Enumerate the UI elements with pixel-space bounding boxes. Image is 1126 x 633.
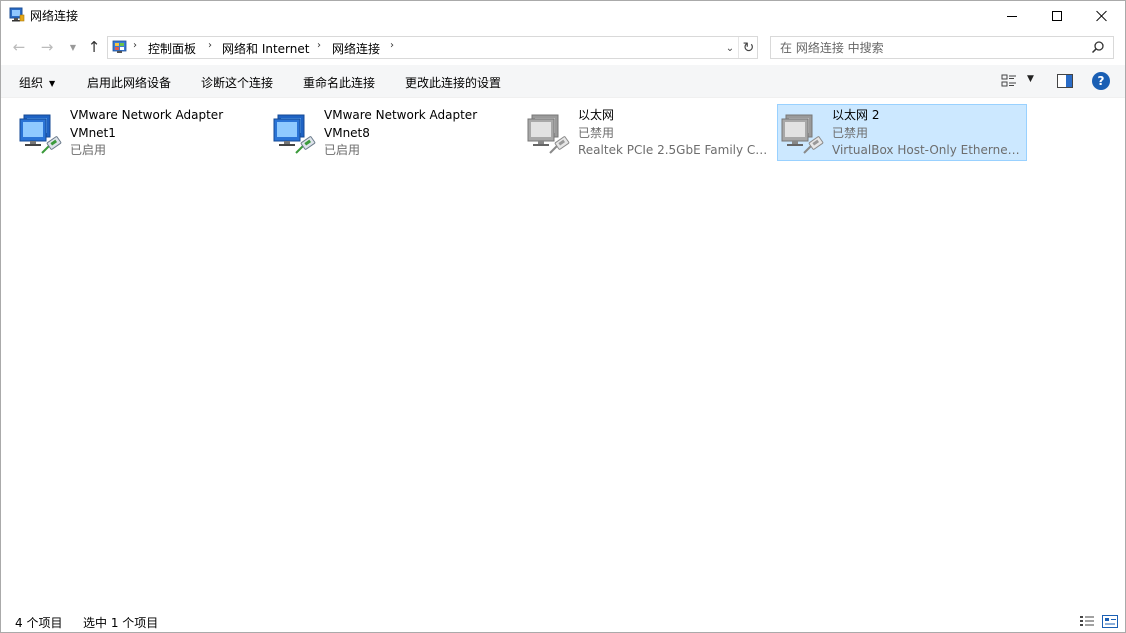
breadcrumb-control-panel[interactable]: 控制面板 <box>148 40 196 57</box>
search-box[interactable] <box>770 36 1114 59</box>
status-bar: 4 个项目 选中 1 个项目 <box>1 610 1125 633</box>
connection-status: 已禁用 <box>832 125 869 140</box>
selection-count: 选中 1 个项目 <box>83 616 159 630</box>
connection-details: VMware Network Adapter VMnet1 已启用 <box>70 107 262 160</box>
connection-device: VMnet1 <box>70 125 116 140</box>
close-icon <box>1096 10 1108 22</box>
control-panel-icon <box>112 40 127 53</box>
connection-name: 以太网 2 <box>832 108 880 122</box>
search-input[interactable] <box>771 37 1081 58</box>
organize-label: 组织 <box>19 76 44 90</box>
change-settings-button[interactable]: 更改此连接的设置 <box>405 74 501 91</box>
connection-details: 以太网 已禁用 Realtek PCIe 2.5GbE Family Co... <box>578 107 770 160</box>
diagnose-connection-button[interactable]: 诊断这个连接 <box>201 74 273 91</box>
up-button[interactable]: ↑ <box>86 38 102 56</box>
network-adapter-disabled-icon <box>781 114 824 154</box>
breadcrumb-network-connections[interactable]: 网络连接 <box>332 40 380 57</box>
large-icons-view-icon[interactable] <box>1102 615 1118 628</box>
connection-name: VMware Network Adapter <box>324 108 478 122</box>
connection-item[interactable]: 以太网 已禁用 Realtek PCIe 2.5GbE Family Co... <box>523 104 773 161</box>
connection-item[interactable]: VMware Network Adapter VMnet1 已启用 <box>15 104 265 161</box>
connection-status: 已禁用 <box>578 125 615 140</box>
back-button[interactable]: ← <box>11 38 27 56</box>
close-button[interactable] <box>1079 1 1125 31</box>
forward-button[interactable]: → <box>39 38 55 56</box>
search-icon[interactable] <box>1091 40 1105 54</box>
organize-menu[interactable]: 组织 ▼ <box>19 74 55 91</box>
arrow-up-icon: ↑ <box>87 38 101 56</box>
navigation-bar: ← → ▼ ↑ › 控制面板 › 网络和 Internet › 网络连接 › ⌄… <box>1 31 1125 64</box>
help-button[interactable]: ? <box>1092 72 1110 90</box>
chevron-down-icon: ▼ <box>69 42 77 52</box>
connection-details: 以太网 2 已禁用 VirtualBox Host-Only Ethernet … <box>832 107 1024 160</box>
breadcrumb-separator-icon[interactable]: › <box>133 40 137 51</box>
maximize-icon <box>1052 11 1062 21</box>
view-options-icon[interactable] <box>1001 74 1017 88</box>
connection-status: 已启用 <box>324 143 361 157</box>
preview-pane-icon[interactable] <box>1057 74 1073 88</box>
connections-list: VMware Network Adapter VMnet1 已启用 VMware… <box>1 98 1125 606</box>
connection-details: VMware Network Adapter VMnet8 已启用 <box>324 107 516 160</box>
network-connections-icon <box>9 7 25 22</box>
connection-status: 已启用 <box>70 143 107 157</box>
arrow-right-icon: → <box>40 38 54 56</box>
minimize-icon <box>1007 15 1017 17</box>
network-adapter-enabled-icon <box>19 114 62 154</box>
network-adapter-enabled-icon <box>273 114 316 154</box>
connection-name: VMware Network Adapter <box>70 108 224 122</box>
breadcrumb-separator-icon[interactable]: › <box>390 40 394 51</box>
command-bar: 组织 ▼ 启用此网络设备 诊断这个连接 重命名此连接 更改此连接的设置 ▼ ? <box>1 65 1125 98</box>
address-bar[interactable]: › 控制面板 › 网络和 Internet › 网络连接 › ⌄ ↻ <box>107 36 758 59</box>
network-adapter-disabled-icon <box>527 114 570 154</box>
window-title: 网络连接 <box>30 9 79 23</box>
address-history-button[interactable]: ⌄ <box>723 39 737 57</box>
window: 网络连接 ← → ▼ ↑ › 控制面板 › 网络和 Internet › 网络连… <box>0 0 1126 633</box>
caret-down-icon: ▼ <box>49 79 56 88</box>
connection-device: VMnet8 <box>324 125 370 140</box>
chevron-down-icon: ⌄ <box>725 42 735 54</box>
help-icon: ? <box>1097 74 1105 88</box>
breadcrumb-separator-icon[interactable]: › <box>317 40 321 51</box>
arrow-left-icon: ← <box>12 38 26 56</box>
connection-item[interactable]: VMware Network Adapter VMnet8 已启用 <box>269 104 519 161</box>
enable-device-button[interactable]: 启用此网络设备 <box>87 74 171 91</box>
refresh-button[interactable]: ↻ <box>738 37 758 58</box>
refresh-icon: ↻ <box>742 39 755 56</box>
minimize-button[interactable] <box>989 1 1035 31</box>
connection-item-selected[interactable]: 以太网 2 已禁用 VirtualBox Host-Only Ethernet … <box>777 104 1027 161</box>
recent-locations-button[interactable]: ▼ <box>65 38 81 56</box>
view-options-dropdown-icon[interactable]: ▼ <box>1027 74 1034 84</box>
breadcrumb-separator-icon[interactable]: › <box>208 40 212 51</box>
item-count: 4 个项目 <box>15 616 63 630</box>
connection-device: VirtualBox Host-Only Ethernet ... <box>832 143 1024 157</box>
rename-connection-button[interactable]: 重命名此连接 <box>303 74 375 91</box>
breadcrumb-network-internet[interactable]: 网络和 Internet <box>222 40 309 57</box>
connection-name: 以太网 <box>578 108 615 122</box>
maximize-button[interactable] <box>1034 1 1080 31</box>
connection-device: Realtek PCIe 2.5GbE Family Co... <box>578 143 770 157</box>
details-view-icon[interactable] <box>1079 615 1095 628</box>
title-bar[interactable]: 网络连接 <box>1 1 1125 31</box>
